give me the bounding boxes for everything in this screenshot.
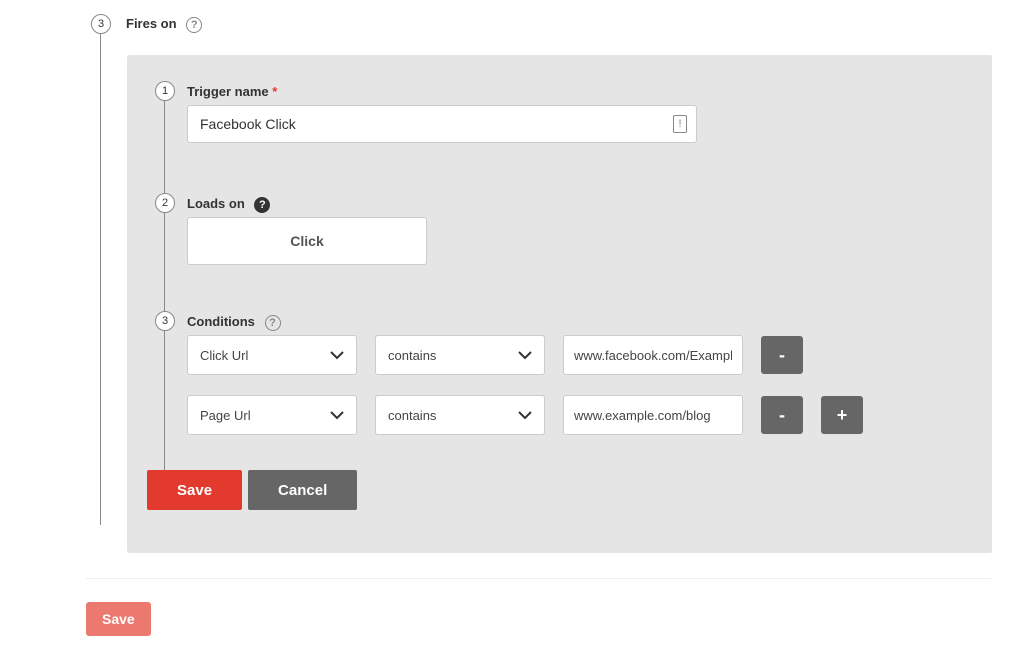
chevron-down-icon bbox=[518, 410, 532, 420]
remove-condition-button[interactable]: - bbox=[761, 396, 803, 434]
add-condition-button[interactable]: + bbox=[821, 396, 863, 434]
chevron-down-icon bbox=[330, 410, 344, 420]
inner-timeline-line bbox=[164, 99, 165, 489]
trigger-name-label: Trigger name * bbox=[187, 84, 277, 99]
loads-on-label: Loads on ? bbox=[187, 196, 270, 213]
cancel-button[interactable]: Cancel bbox=[248, 470, 357, 510]
outer-timeline-line bbox=[100, 30, 101, 525]
condition-field-select[interactable]: Page Url bbox=[187, 395, 357, 435]
contact-card-icon: ! bbox=[673, 115, 687, 133]
loads-on-value-wrap: Click bbox=[187, 217, 427, 265]
trigger-name-input-wrap: ! bbox=[187, 105, 697, 143]
loads-on-click-box[interactable]: Click bbox=[187, 217, 427, 265]
conditions-label: Conditions ? bbox=[187, 314, 281, 331]
fires-on-label: Fires on ? bbox=[126, 16, 202, 33]
outer-step-circle-3: 3 bbox=[91, 14, 111, 34]
condition-value-input[interactable] bbox=[563, 395, 743, 435]
help-icon[interactable]: ? bbox=[186, 17, 202, 33]
save-button[interactable]: Save bbox=[147, 470, 242, 510]
remove-condition-button[interactable]: - bbox=[761, 336, 803, 374]
condition-value-input[interactable] bbox=[563, 335, 743, 375]
trigger-name-input[interactable] bbox=[187, 105, 697, 143]
chevron-down-icon bbox=[330, 350, 344, 360]
help-icon[interactable]: ? bbox=[265, 315, 281, 331]
page-save-button[interactable]: Save bbox=[86, 602, 151, 636]
sub-step-circle-1: 1 bbox=[155, 81, 175, 101]
sub-step-circle-3: 3 bbox=[155, 311, 175, 331]
condition-operator-select[interactable]: contains bbox=[375, 335, 545, 375]
condition-field-select[interactable]: Click Url bbox=[187, 335, 357, 375]
divider bbox=[86, 578, 991, 579]
condition-row: Page Url contains - + bbox=[187, 395, 863, 435]
fires-on-panel: 1 Trigger name * ! 2 Loads on ? Click 3 … bbox=[127, 55, 992, 553]
condition-row: Click Url contains - bbox=[187, 335, 803, 375]
help-icon[interactable]: ? bbox=[254, 197, 270, 213]
chevron-down-icon bbox=[518, 350, 532, 360]
condition-operator-select[interactable]: contains bbox=[375, 395, 545, 435]
panel-button-row: Save Cancel bbox=[147, 470, 357, 510]
sub-step-circle-2: 2 bbox=[155, 193, 175, 213]
